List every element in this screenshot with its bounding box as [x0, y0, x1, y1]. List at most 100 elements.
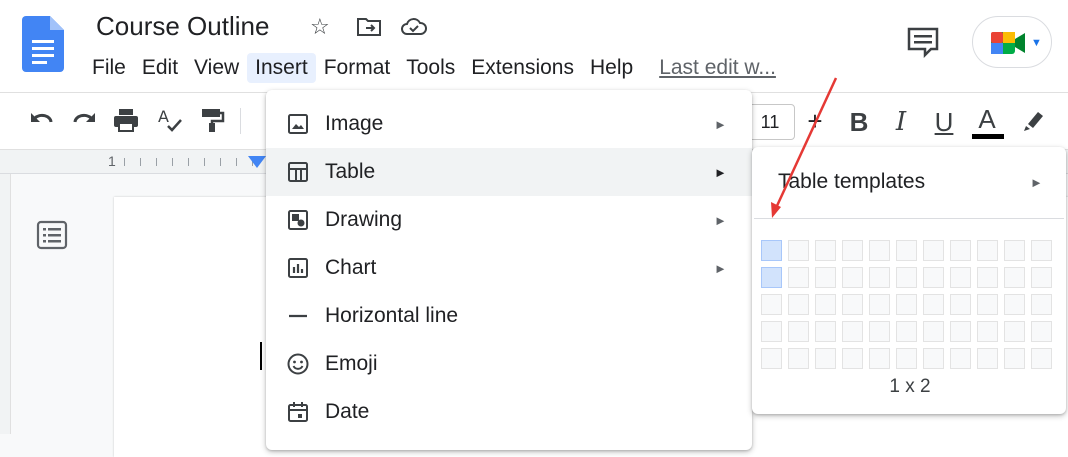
table-grid-cell[interactable] [977, 294, 998, 315]
table-grid-cell[interactable] [977, 240, 998, 261]
font-size-input[interactable]: 11 [745, 104, 795, 140]
menu-format[interactable]: Format [316, 53, 399, 83]
table-grid-cell[interactable] [815, 294, 836, 315]
table-grid-cell[interactable] [923, 240, 944, 261]
underline-button[interactable]: U [927, 104, 961, 140]
table-grid-cell[interactable] [761, 294, 782, 315]
calendar-icon [288, 402, 308, 422]
table-grid-cell[interactable] [1004, 267, 1025, 288]
table-grid-cell[interactable] [1031, 294, 1052, 315]
table-grid-cell[interactable] [761, 240, 782, 261]
insert-menu-item-drawing[interactable]: Drawing ► [266, 196, 752, 244]
table-grid-cell[interactable] [761, 267, 782, 288]
menu-tools[interactable]: Tools [398, 53, 463, 83]
menu-item-label: Drawing [325, 208, 403, 231]
comments-icon[interactable] [906, 26, 940, 63]
table-grid-cell[interactable] [896, 267, 917, 288]
table-grid-cell[interactable] [869, 267, 890, 288]
submenu-divider [754, 218, 1064, 219]
bold-button[interactable]: B [842, 104, 876, 140]
move-folder-icon[interactable] [356, 16, 382, 43]
redo-icon[interactable] [70, 106, 98, 139]
table-grid-cell[interactable] [761, 321, 782, 342]
table-grid-cell[interactable] [788, 240, 809, 261]
insert-menu-item-table[interactable]: Table ► [266, 148, 752, 196]
table-grid-cell[interactable] [842, 348, 863, 369]
table-grid-cell[interactable] [950, 348, 971, 369]
table-grid-cell[interactable] [950, 240, 971, 261]
print-icon[interactable] [112, 106, 140, 139]
table-templates-item[interactable]: Table templates [778, 170, 925, 194]
table-grid-cell[interactable] [788, 348, 809, 369]
table-grid-cell[interactable] [1004, 294, 1025, 315]
table-grid-cell[interactable] [950, 321, 971, 342]
table-grid-cell[interactable] [788, 321, 809, 342]
table-grid-cell[interactable] [842, 321, 863, 342]
table-grid-cell[interactable] [788, 294, 809, 315]
meet-button[interactable]: ▼ [972, 16, 1052, 68]
table-grid-cell[interactable] [815, 240, 836, 261]
insert-menu-item-image[interactable]: Image ► [266, 100, 752, 148]
menu-insert[interactable]: Insert [247, 53, 316, 83]
highlight-pen-icon[interactable] [1020, 106, 1048, 139]
table-grid-cell[interactable] [869, 321, 890, 342]
table-grid-cell[interactable] [842, 294, 863, 315]
docs-logo-icon[interactable] [22, 16, 64, 77]
horizontal-line-icon [289, 314, 307, 318]
table-grid-cell[interactable] [842, 267, 863, 288]
table-grid-cell[interactable] [788, 267, 809, 288]
table-grid-cell[interactable] [815, 321, 836, 342]
table-grid-cell[interactable] [761, 348, 782, 369]
cloud-saved-icon[interactable] [400, 16, 428, 43]
menu-item-label: Horizontal line [325, 304, 459, 327]
table-grid-cell[interactable] [1004, 240, 1025, 261]
last-edit-link[interactable]: Last edit w... [659, 56, 776, 80]
menu-view[interactable]: View [186, 53, 247, 83]
table-grid-cell[interactable] [1031, 321, 1052, 342]
star-icon[interactable]: ☆ [310, 12, 330, 42]
table-grid-cell[interactable] [977, 267, 998, 288]
table-grid-cell[interactable] [869, 294, 890, 315]
paint-format-icon[interactable] [198, 106, 226, 139]
menu-file[interactable]: File [84, 53, 134, 83]
insert-menu-item-emoji[interactable]: Emoji [266, 340, 752, 388]
menu-help[interactable]: Help [582, 53, 641, 83]
table-grid-cell[interactable] [950, 294, 971, 315]
document-outline-icon[interactable] [36, 220, 68, 255]
insert-menu-item-horizontal-line[interactable]: Horizontal line [266, 292, 752, 340]
table-grid-cell[interactable] [977, 348, 998, 369]
table-grid-cell[interactable] [842, 240, 863, 261]
table-grid-cell[interactable] [923, 294, 944, 315]
document-title[interactable]: Course Outline [96, 11, 269, 42]
undo-icon[interactable] [28, 106, 56, 139]
table-grid-cell[interactable] [869, 240, 890, 261]
menu-extensions[interactable]: Extensions [463, 53, 582, 83]
table-grid-cell[interactable] [896, 321, 917, 342]
increase-font-size-button[interactable]: + [798, 104, 832, 140]
table-grid-cell[interactable] [923, 348, 944, 369]
menu-edit[interactable]: Edit [134, 53, 186, 83]
table-grid-cell[interactable] [896, 294, 917, 315]
italic-button[interactable]: I [884, 104, 918, 140]
table-grid-cell[interactable] [869, 348, 890, 369]
menu-item-label: Image [325, 112, 384, 135]
table-grid-cell[interactable] [1004, 348, 1025, 369]
table-grid-cell[interactable] [923, 267, 944, 288]
indent-marker-icon[interactable] [248, 156, 266, 168]
table-grid-cell[interactable] [1004, 321, 1025, 342]
table-grid-cell[interactable] [923, 321, 944, 342]
chevron-down-icon: ▼ [1031, 37, 1042, 49]
table-grid-cell[interactable] [1031, 348, 1052, 369]
table-size-label: 1 x 2 [889, 376, 931, 397]
table-grid-cell[interactable] [1031, 240, 1052, 261]
table-grid-cell[interactable] [896, 348, 917, 369]
table-grid-cell[interactable] [1031, 267, 1052, 288]
spellcheck-icon[interactable]: A [156, 106, 184, 139]
table-grid-cell[interactable] [977, 321, 998, 342]
table-grid-cell[interactable] [815, 348, 836, 369]
table-grid-cell[interactable] [950, 267, 971, 288]
insert-menu-item-chart[interactable]: Chart ► [266, 244, 752, 292]
table-grid-cell[interactable] [815, 267, 836, 288]
table-grid-cell[interactable] [896, 240, 917, 261]
meet-icon [991, 32, 1025, 54]
